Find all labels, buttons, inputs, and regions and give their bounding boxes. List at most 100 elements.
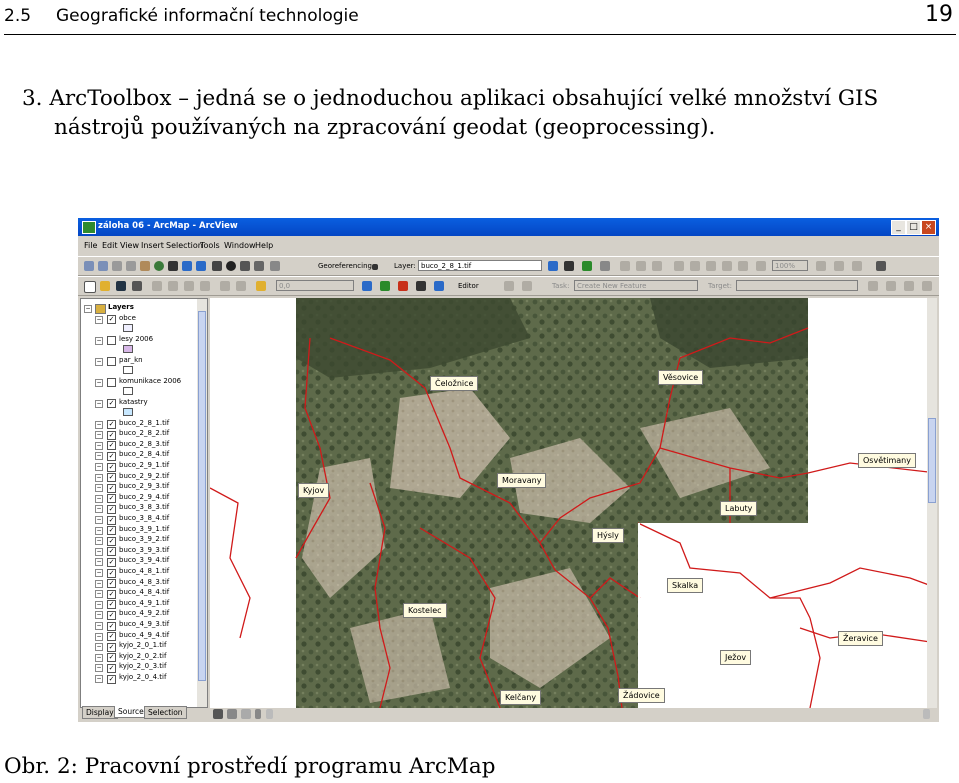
toc-layer-row[interactable]: − ✓ kyjo_2_0_3.tif [81,662,199,673]
collapse-icon[interactable]: − [95,357,103,366]
toc-layer-row[interactable]: − ✓ buco_4_9_1.tif [81,599,199,610]
add-data-icon[interactable] [256,281,266,291]
collapse-icon[interactable]: − [95,494,103,503]
identify-icon[interactable] [168,261,178,271]
toc-layer-row[interactable]: − ✓ buco_2_9_3.tif [81,482,199,493]
pause-icon[interactable] [255,709,261,719]
map-scroll-thumb[interactable] [928,418,936,503]
back-extent-icon[interactable] [182,261,192,271]
layer-select[interactable]: buco_2_8_1.tif [418,260,542,271]
layer-visibility-checkbox[interactable]: ✓ [107,557,116,567]
scale-select[interactable]: 0,0 [276,280,354,291]
link-table-icon[interactable] [600,261,610,271]
toc-layer-row[interactable]: − ✓ buco_2_9_4.tif [81,493,199,504]
add-control-points-icon[interactable] [582,261,592,271]
pan-hand-icon[interactable] [140,261,150,271]
collapse-icon[interactable]: − [84,305,92,313]
collapse-icon[interactable]: − [95,622,103,630]
editor-toolbar-icon[interactable] [362,281,372,291]
collapse-icon[interactable]: − [95,452,103,461]
toc-layer-row[interactable]: − ✓ buco_2_9_2.tif [81,472,199,483]
layer-visibility-checkbox[interactable]: ✓ [107,589,116,599]
save-icon[interactable] [116,281,126,291]
toc-layer-row[interactable]: − komunikace 2006 [81,377,199,388]
print-icon[interactable] [132,281,142,291]
layer-visibility-checkbox[interactable]: ✓ [107,621,116,631]
collapse-icon[interactable]: − [95,643,103,652]
menu-tools[interactable]: Tools [200,241,220,250]
layer-visibility-checkbox[interactable]: ✓ [107,515,116,525]
toc-scroll-thumb[interactable] [198,311,206,681]
toc-root-layers[interactable]: − Layers [81,303,199,314]
toc-layer-row[interactable]: − ✓ buco_4_9_2.tif [81,609,199,620]
menu-file[interactable]: File [84,241,97,250]
layer-visibility-checkbox[interactable]: ✓ [107,536,116,546]
collapse-icon[interactable]: − [95,315,103,324]
toc-layer-row[interactable]: − ✓ buco_4_8_4.tif [81,588,199,599]
full-extent-icon[interactable] [154,261,164,271]
layer-visibility-checkbox[interactable]: ✓ [107,632,116,642]
chevron-right-icon[interactable] [923,709,930,719]
collapse-icon[interactable]: − [95,547,103,556]
collapse-icon[interactable]: − [95,399,103,408]
toc-layer-row[interactable]: − ✓ buco_4_9_3.tif [81,620,199,631]
toc-layer-row[interactable]: − ✓ buco_3_8_4.tif [81,514,199,525]
collapse-icon[interactable]: − [95,431,103,440]
layer-visibility-checkbox[interactable]: ✓ [107,600,116,610]
layer-visibility-checkbox[interactable]: ✓ [107,642,116,652]
toc-layer-row[interactable]: − ✓ buco_2_8_1.tif [81,419,199,430]
collapse-icon[interactable]: − [95,484,103,493]
collapse-icon[interactable]: − [95,675,103,683]
menu-selection[interactable]: Selection [166,241,203,250]
fixed-zoom-in-icon[interactable] [112,261,122,271]
chevron-down-icon[interactable] [372,264,378,270]
layer-visibility-checkbox[interactable]: ✓ [107,420,116,430]
info-icon[interactable] [226,261,236,271]
layer-visibility-checkbox[interactable]: ✓ [107,441,116,451]
layer-visibility-checkbox[interactable]: ✓ [107,462,116,472]
minimize-icon[interactable]: _ [891,220,906,235]
data-view-icon[interactable] [213,709,223,719]
layer-visibility-checkbox[interactable]: ✓ [107,610,116,620]
layer-visibility-checkbox[interactable]: ✓ [107,568,116,578]
hyperlink-icon[interactable] [270,261,280,271]
command-line-icon[interactable] [416,281,426,291]
forward-extent-icon[interactable] [196,261,206,271]
table-icon[interactable] [380,281,390,291]
georeferencing-menu[interactable]: Georeferencing [318,262,372,270]
layer-visibility-checkbox[interactable]: ✓ [107,451,116,461]
tab-selection[interactable]: Selection [144,706,187,719]
toc-layer-row[interactable]: − lesy 2006 [81,335,199,346]
layout-view-icon[interactable] [227,709,237,719]
collapse-icon[interactable]: − [95,526,103,535]
collapse-icon[interactable]: − [95,336,103,345]
toc-layer-row[interactable]: − ✓ buco_4_8_3.tif [81,578,199,589]
map-canvas[interactable] [210,298,937,708]
collapse-icon[interactable]: − [95,664,103,673]
toc-layer-row[interactable]: − ✓ buco_2_9_1.tif [81,461,199,472]
toc-layer-row[interactable]: − ✓ buco_3_9_2.tif [81,535,199,546]
menu-insert[interactable]: Insert [141,241,164,250]
menu-window[interactable]: Window [224,241,256,250]
toc-layer-row[interactable]: − ✓ buco_2_8_4.tif [81,450,199,461]
collapse-icon[interactable]: − [95,420,103,429]
menu-view[interactable]: View [120,241,139,250]
open-folder-icon[interactable] [100,281,110,291]
measure-icon[interactable] [254,261,264,271]
map-view[interactable]: Čeložnice Věsovice Osvětimany Kyjov Moravany… [210,298,937,708]
collapse-icon[interactable]: − [95,378,103,387]
arctoolbox-icon[interactable] [398,281,408,291]
collapse-icon[interactable]: − [95,590,103,599]
zoom-in-icon[interactable] [84,261,94,271]
layer-visibility-checkbox[interactable]: ✓ [107,663,116,673]
layer-visibility-checkbox[interactable] [107,357,116,367]
layer-visibility-checkbox[interactable]: ✓ [107,399,116,409]
toc-layer-row[interactable]: − ✓ buco_4_9_4.tif [81,631,199,642]
toc-layer-row[interactable]: − ✓ buco_4_8_1.tif [81,567,199,578]
layer-visibility-checkbox[interactable] [107,336,116,346]
toc-layer-row[interactable]: − ✓ buco_3_8_3.tif [81,503,199,514]
layer-visibility-checkbox[interactable]: ✓ [107,653,116,663]
editor-menu[interactable]: Editor [458,282,479,290]
layer-visibility-checkbox[interactable]: ✓ [107,526,116,536]
layer-visibility-checkbox[interactable] [107,378,116,388]
